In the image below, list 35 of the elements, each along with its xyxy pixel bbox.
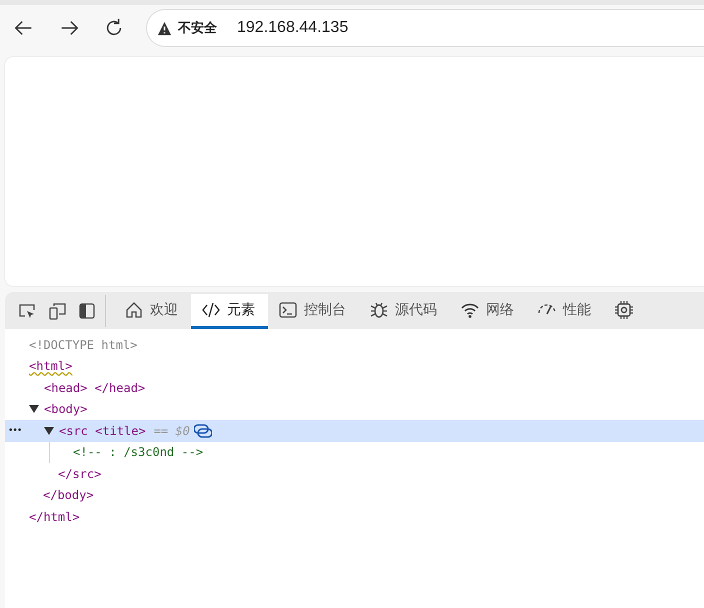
element-tag[interactable]: <html>	[29, 359, 72, 374]
element-tag[interactable]: <head> </head>	[44, 380, 146, 395]
dom-node-row[interactable]: <body>	[5, 398, 704, 420]
closing-tag: </body>	[43, 488, 94, 502]
devtools-tab[interactable]: 元素	[191, 294, 268, 329]
address-bar[interactable]: 不安全 192.168.44.135	[146, 9, 704, 47]
warning-icon	[157, 20, 172, 36]
expand-triangle-icon[interactable]	[29, 404, 39, 414]
url-text[interactable]: 192.168.44.135	[237, 19, 348, 37]
ai-assist-icon[interactable]	[194, 422, 212, 439]
closing-tag: </src>	[58, 466, 102, 481]
comment-node[interactable]: <!-- : /s3c0nd -->	[73, 445, 204, 460]
dom-node-row[interactable]: <head> </head>	[5, 377, 704, 398]
element-tag[interactable]: <src <title>	[59, 424, 146, 438]
more-icon[interactable]: •••	[8, 426, 22, 436]
device-icon[interactable]	[47, 300, 67, 320]
security-label[interactable]: 不安全	[178, 19, 217, 37]
devtools-tab[interactable]: 网络	[450, 294, 527, 329]
dom-node-row[interactable]: <html>	[5, 356, 704, 377]
console-reference-text: == $0	[154, 424, 190, 438]
chip-icon	[614, 300, 634, 320]
devtools-tab[interactable]: 控制台	[268, 294, 359, 329]
dock-panel-icon[interactable]	[77, 300, 97, 320]
devtools-tab[interactable]: 源代码	[359, 294, 450, 329]
devtools-tab[interactable]: 欢迎	[114, 294, 191, 329]
dom-node-row[interactable]: ••• <src <title> == $0	[5, 420, 704, 442]
code-icon	[201, 300, 221, 320]
bug-icon	[369, 300, 389, 320]
devtools-tab[interactable]: 性能	[527, 294, 604, 329]
home-icon	[124, 300, 144, 320]
console-icon	[278, 300, 298, 320]
expand-triangle-icon[interactable]	[44, 426, 54, 436]
doctype-text: <!DOCTYPE html>	[29, 338, 138, 352]
element-tag[interactable]: <body>	[44, 402, 88, 416]
closing-tag: </html>	[29, 510, 80, 524]
